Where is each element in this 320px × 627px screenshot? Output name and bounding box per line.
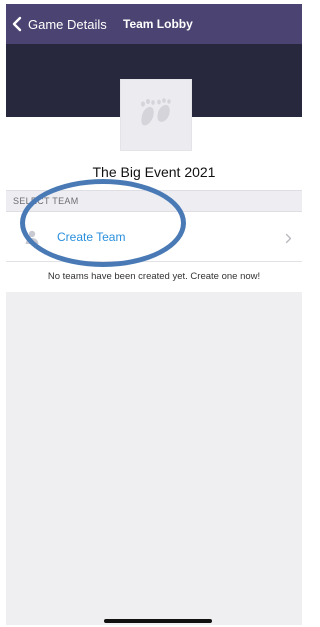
content-background	[6, 292, 302, 625]
chevron-right-icon	[285, 231, 292, 249]
create-team-label: Create Team	[57, 230, 126, 244]
empty-teams-message: No teams have been created yet. Create o…	[47, 271, 261, 282]
chevron-left-icon	[12, 16, 22, 32]
footprints-icon	[138, 97, 174, 133]
event-title: The Big Event 2021	[92, 164, 216, 180]
navigation-bar: Game Details Team Lobby	[6, 4, 302, 44]
back-button-label: Game Details	[28, 16, 107, 32]
page-title: Team Lobby	[123, 17, 193, 31]
create-team-row[interactable]: Create Team	[6, 212, 302, 262]
back-button[interactable]: Game Details	[12, 4, 107, 44]
section-label: SELECT TEAM	[13, 196, 79, 206]
person-icon	[24, 229, 40, 250]
section-header: SELECT TEAM	[6, 190, 302, 212]
phone-screen: Game Details Team Lobby The Big Event 20…	[6, 4, 302, 625]
home-indicator[interactable]	[104, 619, 212, 623]
event-logo	[120, 79, 192, 151]
